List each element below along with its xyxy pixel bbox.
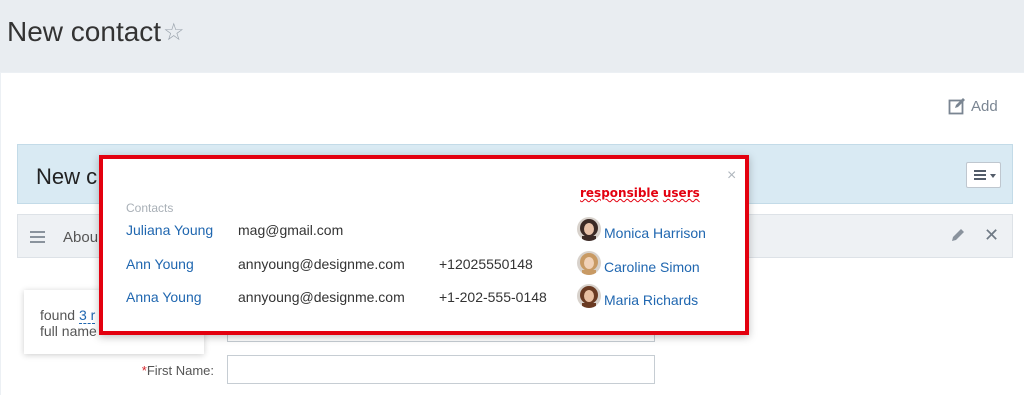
- page-title: New contact: [7, 16, 162, 47]
- first-name-label-text: First Name:: [146, 363, 214, 378]
- contacts-popup: × responsible users Contacts Juliana You…: [99, 155, 749, 335]
- first-name-input[interactable]: [227, 355, 655, 384]
- add-button[interactable]: Add: [948, 97, 998, 115]
- avatar: [577, 251, 601, 275]
- responsible-user-link[interactable]: Monica Harrison: [604, 225, 706, 241]
- add-button-label: Add: [971, 97, 998, 115]
- edit-icon: [948, 98, 965, 115]
- duplicates-prefix: found: [40, 307, 79, 323]
- contacts-heading: Contacts: [126, 201, 174, 215]
- contact-name-link[interactable]: Ann Young: [126, 256, 194, 272]
- first-name-row: *First Name:: [0, 355, 1024, 385]
- contact-row: Anna Young annyoung@designme.com +1-202-…: [103, 284, 745, 313]
- chevron-down-icon: [990, 174, 996, 178]
- responsible-users-heading: responsible users: [580, 186, 700, 200]
- contact-email: annyoung@designme.com: [238, 256, 405, 272]
- pencil-icon[interactable]: [950, 227, 966, 243]
- contact-row: Ann Young annyoung@designme.com +1202555…: [103, 251, 745, 280]
- duplicates-second-line: full name: [40, 323, 97, 339]
- contact-name-link[interactable]: Juliana Young: [126, 222, 213, 238]
- section-title: Abou: [63, 229, 99, 246]
- star-icon[interactable]: ☆: [163, 18, 185, 47]
- avatar: [577, 217, 601, 241]
- contact-name-link[interactable]: Anna Young: [126, 289, 202, 305]
- duplicates-count-link[interactable]: 3 r: [78, 307, 96, 324]
- contact-row: Juliana Young mag@gmail.com Monica Harri…: [103, 217, 745, 246]
- close-icon[interactable]: ×: [727, 167, 736, 185]
- responsible-user-link[interactable]: Caroline Simon: [604, 259, 700, 275]
- menu-icon: [974, 170, 986, 182]
- contact-phone: +12025550148: [439, 256, 533, 272]
- close-icon[interactable]: ✕: [984, 225, 999, 246]
- responsible-heading-word2: users: [662, 186, 700, 200]
- first-name-label: *First Name:: [142, 363, 214, 378]
- drag-handle-icon[interactable]: [30, 231, 45, 246]
- responsible-heading-word1: responsible: [580, 186, 659, 200]
- responsible-user-link[interactable]: Maria Richards: [604, 292, 698, 308]
- contact-email: annyoung@designme.com: [238, 289, 405, 305]
- form-title: New c: [36, 164, 98, 189]
- avatar: [577, 284, 601, 308]
- form-menu-button[interactable]: [966, 162, 1001, 188]
- contact-email: mag@gmail.com: [238, 222, 344, 238]
- page-header: New contact ☆: [0, 0, 1024, 72]
- contact-phone: +1-202-555-0148: [439, 289, 547, 305]
